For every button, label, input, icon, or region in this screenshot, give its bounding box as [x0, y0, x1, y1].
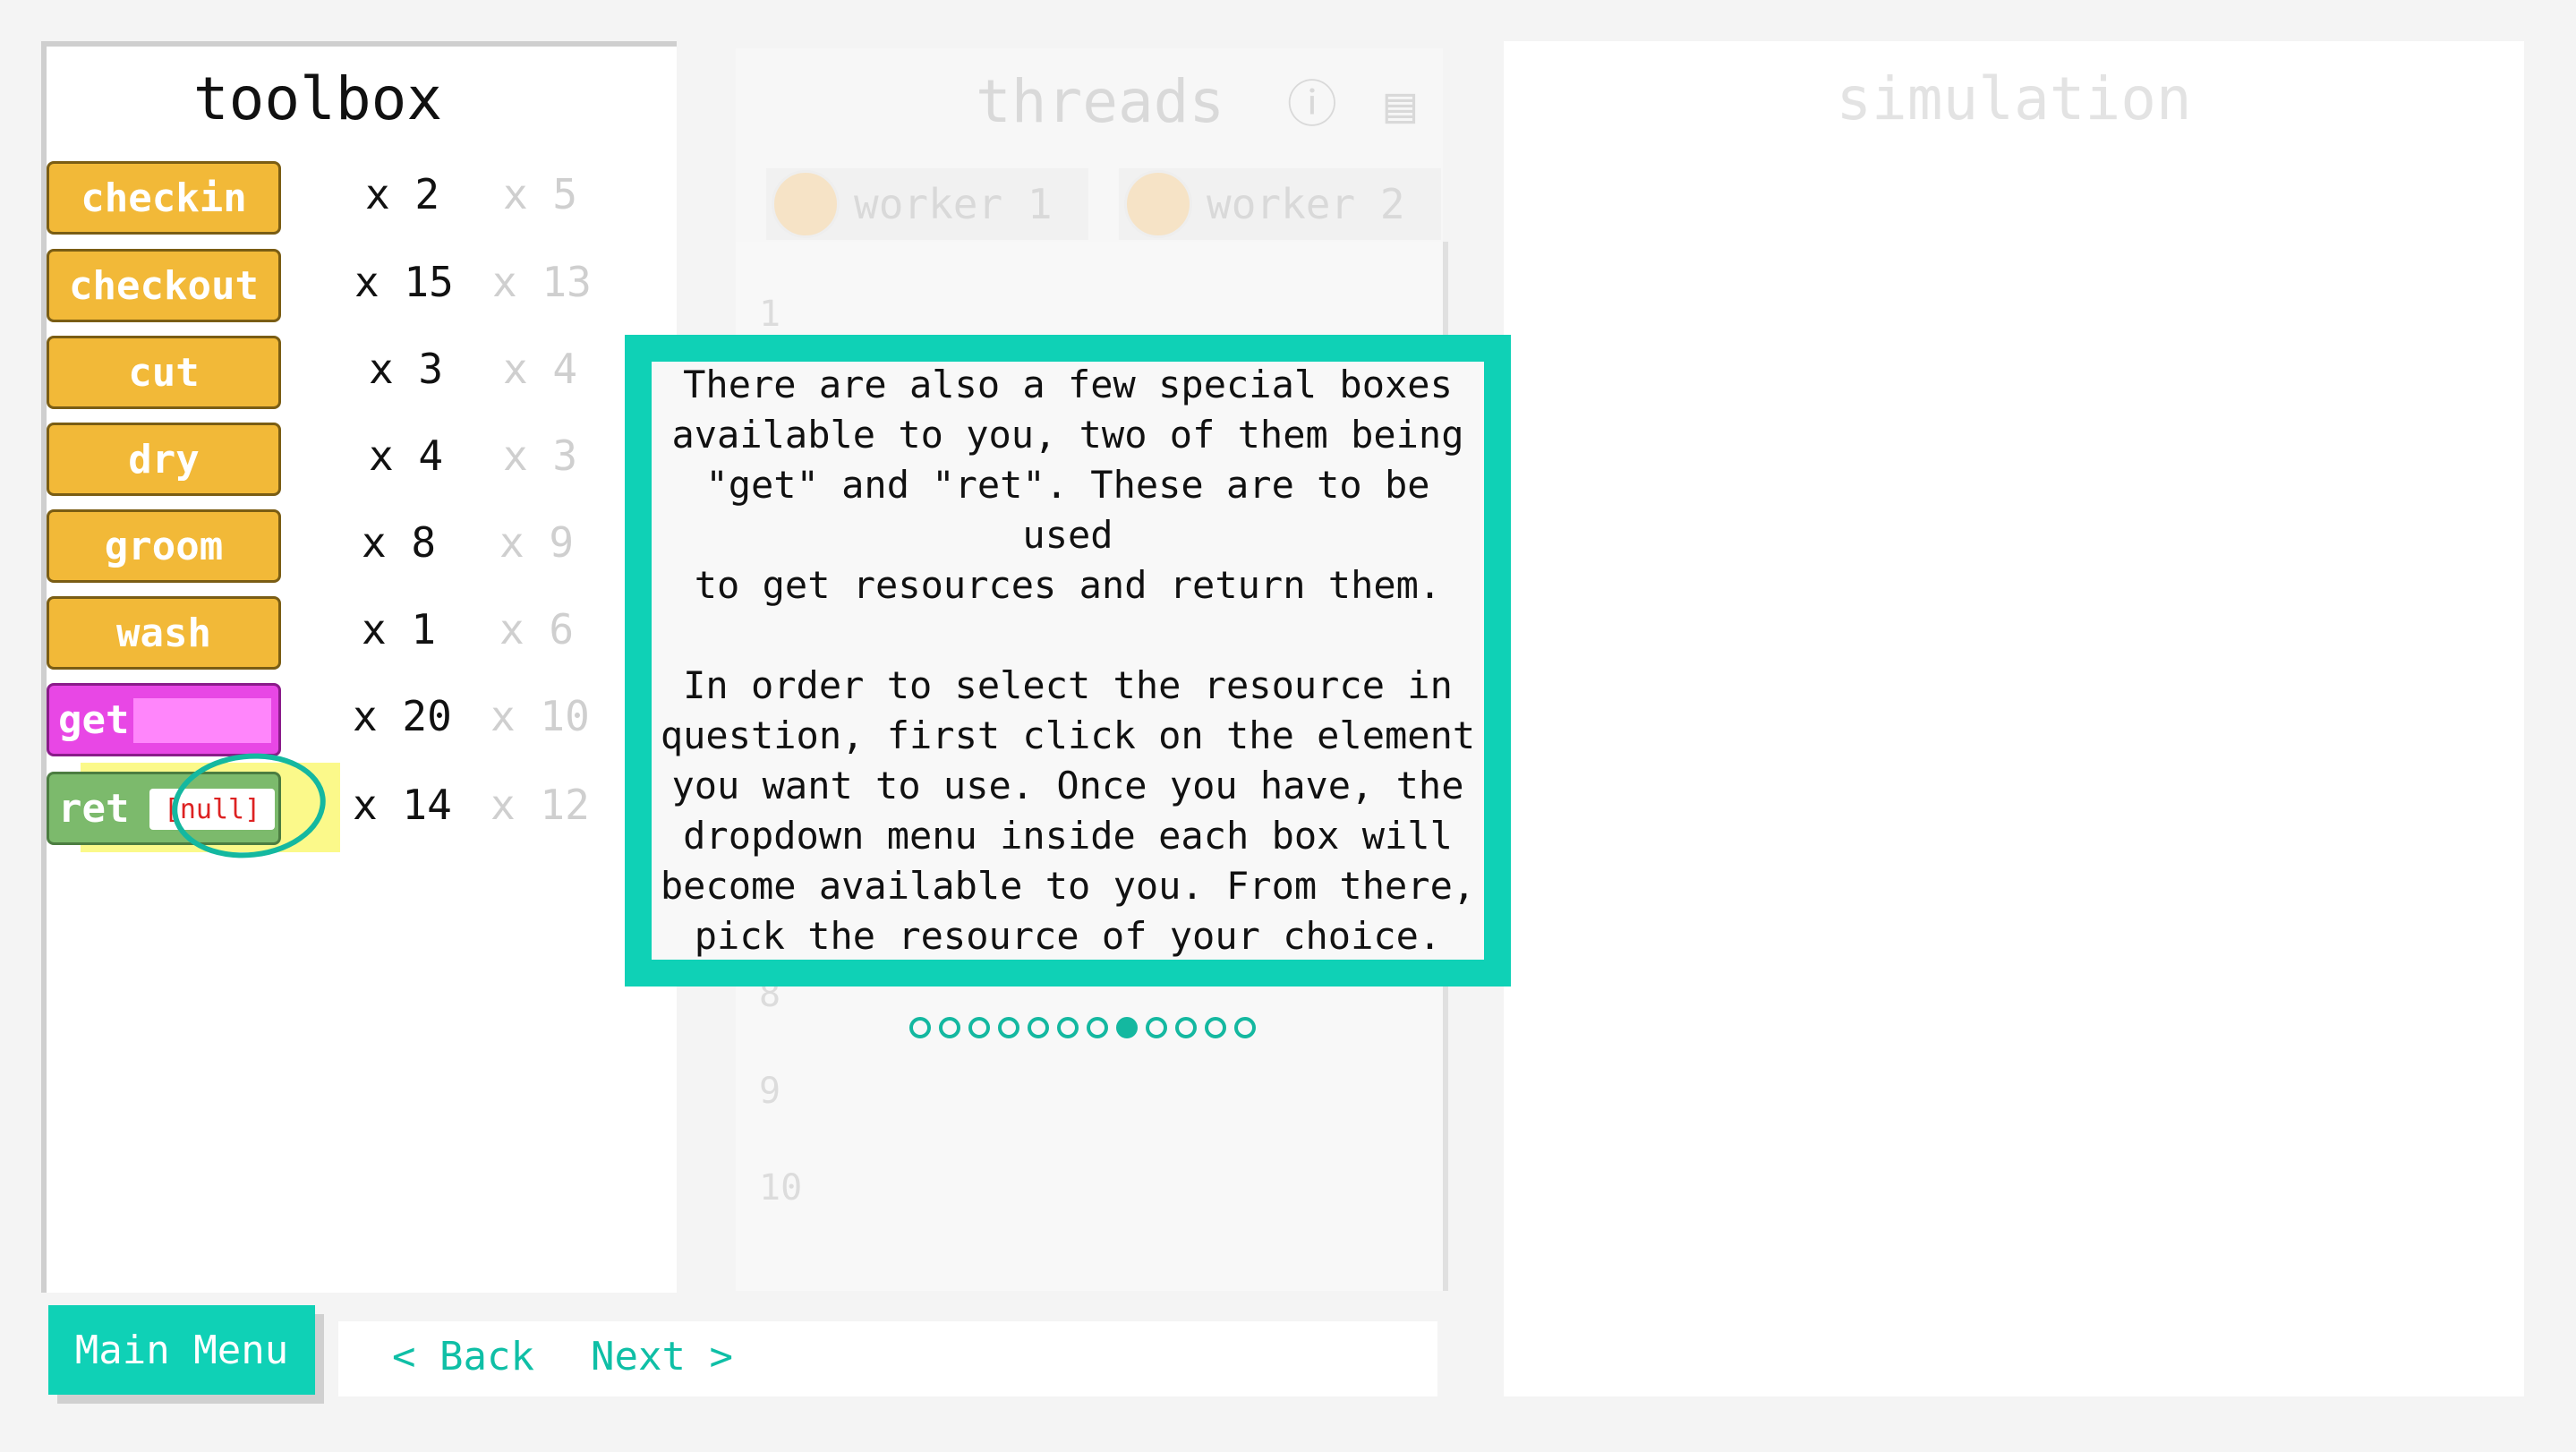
tab-worker-1[interactable]: worker 1 — [766, 168, 1088, 240]
worker-tab-label: worker 2 — [1207, 180, 1405, 228]
tutorial-paragraph: There are also a few special boxes avail… — [671, 363, 1464, 607]
tutorial-step-dot[interactable] — [998, 1017, 1019, 1038]
tool-row-dry: dry x 4 x 3 — [47, 423, 601, 496]
tool-label: cut — [128, 349, 200, 396]
tutorial-step-dot[interactable] — [1028, 1017, 1049, 1038]
tutorial-paragraph: In order to select the resource in quest… — [660, 663, 1476, 958]
back-button[interactable]: < Back — [392, 1334, 534, 1379]
tutorial-step-dot[interactable] — [1234, 1017, 1256, 1038]
main-menu-button[interactable]: Main Menu — [48, 1305, 315, 1395]
tool-count-available: x 1 — [362, 605, 437, 653]
info-icon[interactable]: ⓘ — [1287, 76, 1337, 134]
tool-row-groom: groom x 8 x 9 — [47, 509, 601, 583]
tutorial-dialog: There are also a few special boxes avail… — [625, 335, 1511, 987]
tutorial-step-dot[interactable] — [968, 1017, 990, 1038]
tool-row-get: get x 20 x 10 — [47, 683, 601, 756]
tool-count-available: x 2 — [365, 170, 440, 218]
tool-label: wash — [116, 610, 211, 656]
tool-label: dry — [128, 436, 200, 483]
tutorial-content: There are also a few special boxes avail… — [652, 362, 1484, 960]
tool-label: checkout — [69, 262, 259, 309]
tool-box-checkin[interactable]: checkin — [47, 161, 281, 235]
tool-row-wash: wash x 1 x 6 — [47, 596, 601, 670]
line-number: 10 — [759, 1167, 803, 1209]
toolbox-title: toolbox — [192, 64, 443, 133]
tool-label: checkin — [81, 175, 247, 221]
tool-count-required: x 3 — [503, 431, 578, 480]
tutorial-step-dot[interactable] — [939, 1017, 960, 1038]
tool-count-required: x 13 — [492, 258, 592, 306]
tool-count-required: x 9 — [499, 518, 575, 567]
tool-label: get — [58, 696, 130, 743]
threads-title: threads ⓘ ▤ — [976, 64, 1415, 137]
tool-row-cut: cut x 3 x 4 — [47, 336, 601, 409]
tool-row-checkin: checkin x 2 x 5 — [47, 161, 601, 235]
tutorial-step-dot[interactable] — [1116, 1017, 1138, 1038]
tab-worker-2[interactable]: worker 2 — [1119, 168, 1441, 240]
tool-label: groom — [104, 523, 224, 569]
line-number: 9 — [759, 1071, 781, 1112]
tool-count-required: x 12 — [490, 781, 590, 829]
tool-label: ret — [58, 785, 130, 832]
line-number: 1 — [759, 294, 781, 335]
tutorial-step-dot[interactable] — [909, 1017, 931, 1038]
tool-row-checkout: checkout x 15 x 13 — [47, 249, 601, 322]
tutorial-step-dot[interactable] — [1175, 1017, 1197, 1038]
tool-count-available: x 3 — [369, 345, 444, 393]
simulation-panel — [1504, 41, 2524, 1396]
clipboard-icon[interactable]: ▤ — [1386, 76, 1416, 134]
tool-box-wash[interactable]: wash — [47, 596, 281, 670]
resource-dropdown[interactable] — [133, 698, 271, 743]
tutorial-step-dot[interactable] — [1205, 1017, 1226, 1038]
tool-box-cut[interactable]: cut — [47, 336, 281, 409]
tool-count-available: x 20 — [353, 692, 452, 740]
simulation-title: simulation — [1836, 64, 2192, 133]
tutorial-step-dot[interactable] — [1146, 1017, 1167, 1038]
tool-count-required: x 5 — [503, 170, 578, 218]
worker-avatar — [1124, 170, 1192, 238]
tutorial-progress-dots — [909, 1017, 1264, 1049]
tool-box-get[interactable]: get — [47, 683, 281, 756]
tutorial-step-dot[interactable] — [1057, 1017, 1079, 1038]
tool-count-required: x 6 — [499, 605, 575, 653]
tool-count-required: x 10 — [490, 692, 590, 740]
tool-box-dry[interactable]: dry — [47, 423, 281, 496]
worker-avatar — [772, 170, 840, 238]
tool-count-available: x 14 — [353, 781, 452, 829]
next-button[interactable]: Next > — [591, 1334, 733, 1379]
tool-count-required: x 4 — [503, 345, 578, 393]
worker-tab-label: worker 1 — [854, 180, 1053, 228]
tool-box-checkout[interactable]: checkout — [47, 249, 281, 322]
tool-count-available: x 8 — [362, 518, 437, 567]
tutorial-step-dot[interactable] — [1087, 1017, 1108, 1038]
tool-count-available: x 4 — [369, 431, 444, 480]
tool-count-available: x 15 — [354, 258, 454, 306]
threads-title-text: threads — [976, 67, 1225, 136]
tool-box-groom[interactable]: groom — [47, 509, 281, 583]
